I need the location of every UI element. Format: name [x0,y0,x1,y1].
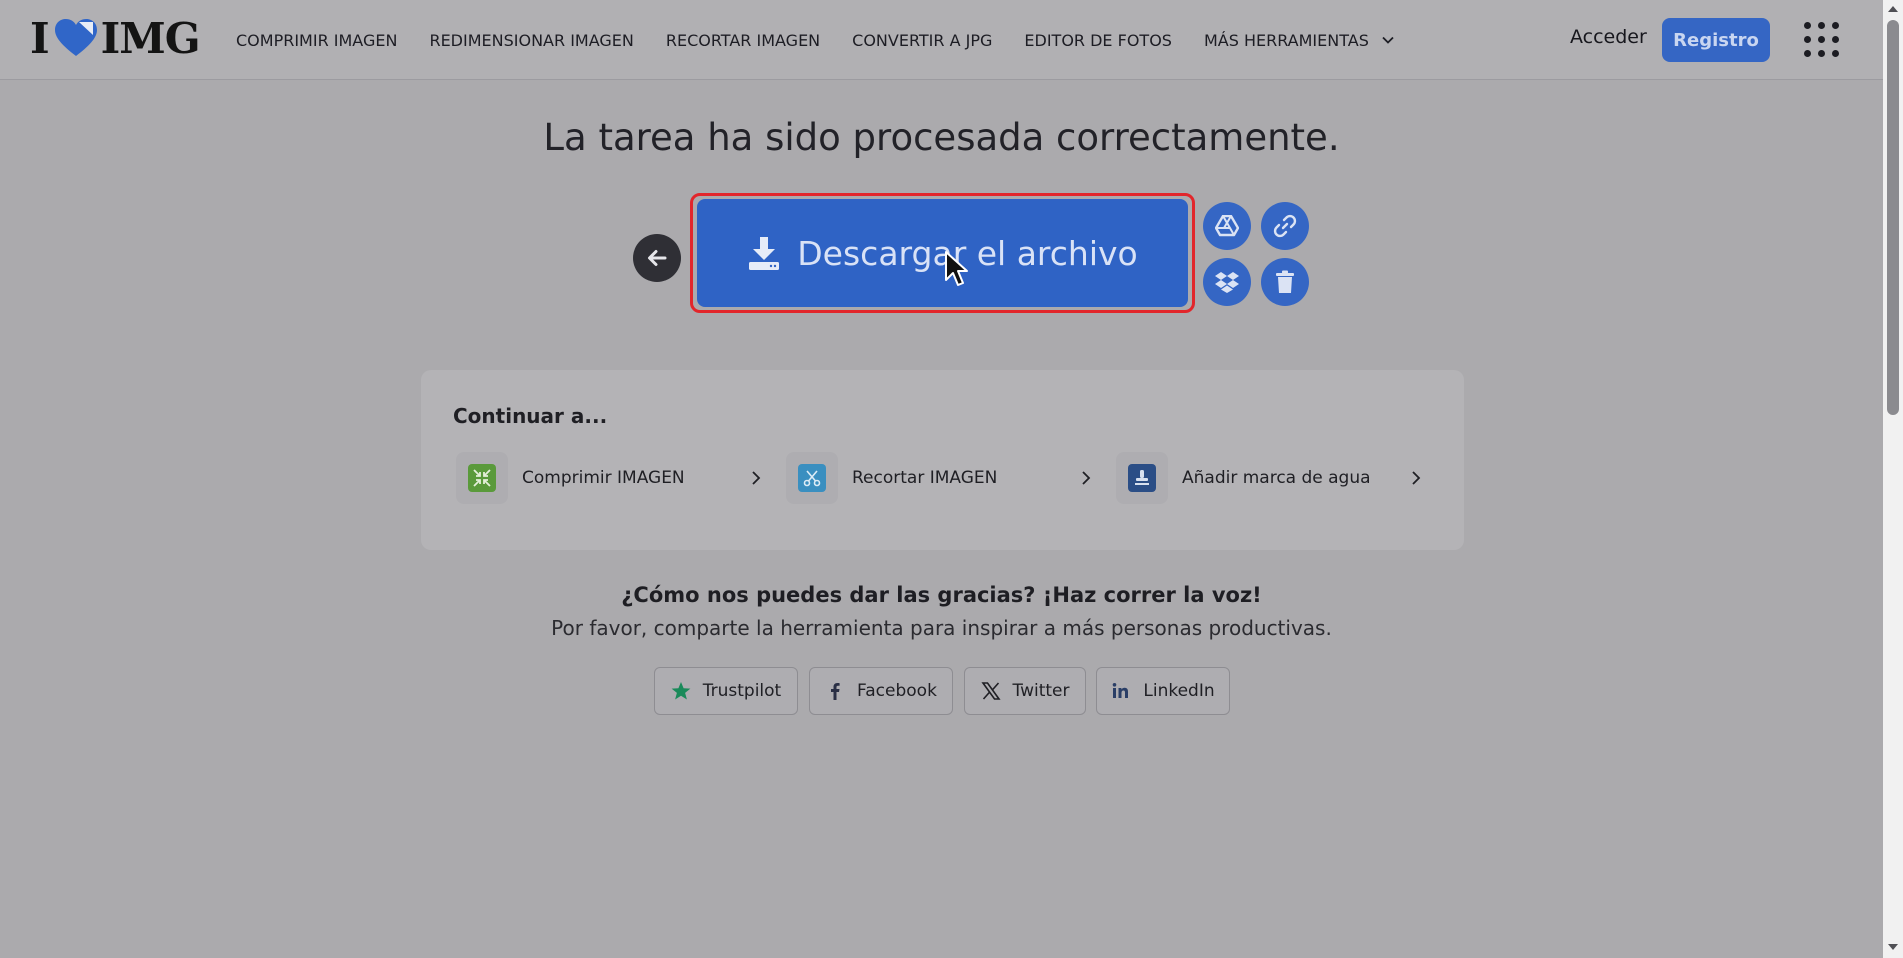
continue-compress-label: Comprimir IMAGEN [522,468,685,488]
share-title: ¿Cómo nos puedes dar las gracias? ¡Haz c… [621,583,1262,607]
arrow-left-icon [648,250,667,266]
share-trustpilot-label: Trustpilot [702,681,782,701]
copy-link-button[interactable] [1261,202,1309,250]
share-subtitle: Por favor, comparte la herramienta para … [551,616,1332,640]
register-button[interactable]: Registro [1662,18,1770,62]
main-nav: COMPRIMIR IMAGEN REDIMENSIONAR IMAGEN RE… [236,0,1427,80]
nav-crop-image[interactable]: RECORTAR IMAGEN [666,31,820,50]
share-trustpilot-button[interactable]: Trustpilot [654,667,798,715]
nav-more-tools[interactable]: MÁS HERRAMIENTAS [1204,31,1395,50]
chevron-right-icon [752,471,761,485]
chevron-right-icon [1082,471,1091,485]
google-drive-icon [1215,215,1239,237]
google-drive-button[interactable] [1203,202,1251,250]
login-link[interactable]: Acceder [1570,26,1647,48]
share-linkedin-label: LinkedIn [1143,681,1215,701]
share-facebook-label: Facebook [857,681,937,701]
download-file-button[interactable]: Descargar el archivo [697,199,1188,307]
page-scrollbar[interactable] [1883,0,1903,958]
continue-compress-image[interactable]: Comprimir IMAGEN [456,452,762,504]
share-facebook-button[interactable]: Facebook [809,667,953,715]
apps-grid-icon[interactable] [1804,22,1840,58]
continue-to-card: Continuar a... Comprimir IMAGEN Recortar… [421,370,1464,550]
heart-logo-icon [54,19,97,56]
facebook-icon [831,683,840,700]
scissors-icon [798,464,826,492]
x-icon [980,682,1001,700]
continue-title: Continuar a... [453,404,608,428]
share-linkedin-button[interactable]: LinkedIn [1096,667,1230,715]
tool-icon-box [1116,452,1168,504]
logo-text-right: IMG [100,13,201,63]
top-header: I IMG COMPRIMIR IMAGEN REDIMENSIONAR IMA… [0,0,1883,80]
continue-add-watermark[interactable]: Añadir marca de agua [1116,452,1422,504]
logo-text-left: I [30,13,50,63]
tool-icon-box [456,452,508,504]
dropbox-icon [1215,272,1239,293]
download-icon [749,237,780,270]
chevron-down-icon [1382,36,1394,44]
share-twitter-button[interactable]: Twitter [964,667,1086,715]
link-icon [1273,214,1297,238]
continue-crop-image[interactable]: Recortar IMAGEN [786,452,1092,504]
continue-crop-label: Recortar IMAGEN [852,468,998,488]
nav-convert-jpg[interactable]: CONVERTIR A JPG [852,31,992,50]
nav-compress-image[interactable]: COMPRIMIR IMAGEN [236,31,397,50]
dropbox-button[interactable] [1203,258,1251,306]
star-icon [671,682,691,700]
scroll-down-arrow-icon[interactable] [1888,944,1898,950]
stamp-icon [1128,464,1156,492]
share-twitter-label: Twitter [1012,681,1070,701]
chevron-right-icon [1412,471,1421,485]
mouse-cursor-icon [945,251,968,286]
back-button[interactable] [633,234,681,282]
nav-more-tools-label: MÁS HERRAMIENTAS [1203,30,1369,50]
linkedin-icon [1113,683,1129,698]
trash-icon [1276,270,1294,293]
page-title: La tarea ha sido procesada correctamente… [543,116,1340,159]
scroll-thumb[interactable] [1887,20,1899,415]
continue-watermark-label: Añadir marca de agua [1182,468,1371,488]
delete-button[interactable] [1261,258,1309,306]
scroll-up-arrow-icon[interactable] [1888,6,1898,12]
nav-photo-editor[interactable]: EDITOR DE FOTOS [1024,31,1172,50]
tool-icon-box [786,452,838,504]
nav-resize-image[interactable]: REDIMENSIONAR IMAGEN [429,31,633,50]
logo[interactable]: I IMG [30,13,201,63]
compress-icon [468,464,496,492]
